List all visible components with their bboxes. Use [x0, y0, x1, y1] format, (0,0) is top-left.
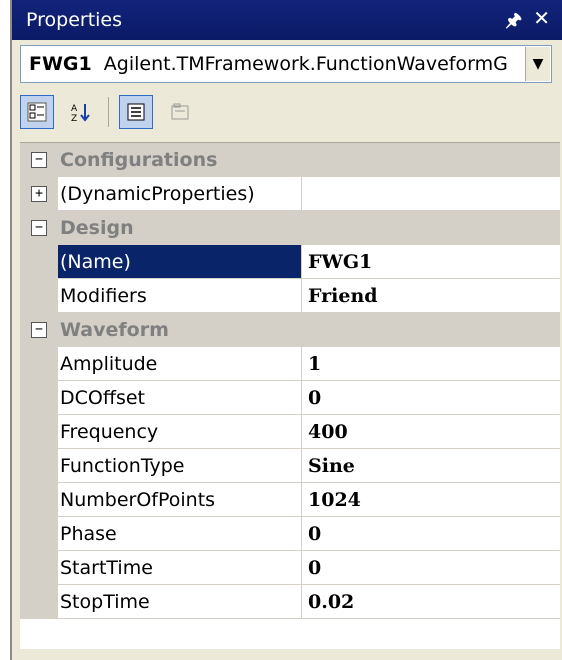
- collapse-icon[interactable]: −: [31, 219, 47, 236]
- toolbar-separator: [108, 97, 109, 127]
- row-gutter: [20, 449, 58, 483]
- property-row-functiontype[interactable]: FunctionType Sine: [20, 449, 560, 483]
- row-gutter: −: [20, 210, 58, 245]
- property-value[interactable]: FWG1: [302, 245, 560, 279]
- property-row-modifiers[interactable]: Modifiers Friend: [20, 279, 560, 313]
- svg-text:Z: Z: [71, 114, 77, 123]
- property-name: (Name): [58, 245, 302, 279]
- object-selector-dropdown[interactable]: FWG1 Agilent.TMFramework.FunctionWavefor…: [20, 45, 552, 83]
- property-value[interactable]: 0.02: [302, 585, 560, 619]
- property-name: StartTime: [58, 551, 302, 585]
- property-value[interactable]: 0: [302, 517, 560, 551]
- close-icon[interactable]: ✕: [533, 6, 550, 30]
- row-gutter: [20, 347, 58, 381]
- properties-window: Properties 🖈 ✕ FWG1 Agilent.TMFramework.…: [10, 0, 562, 660]
- row-gutter: [20, 279, 58, 313]
- property-row-frequency[interactable]: Frequency 400: [20, 415, 560, 449]
- row-gutter: +: [20, 177, 58, 211]
- properties-button[interactable]: [119, 95, 153, 129]
- property-name: Phase: [58, 517, 302, 551]
- categorized-button[interactable]: [20, 95, 54, 129]
- property-name: DCOffset: [58, 381, 302, 415]
- window-title: Properties: [26, 9, 123, 31]
- dropdown-arrow-icon[interactable]: ▼: [525, 47, 550, 81]
- property-name: StopTime: [58, 585, 302, 619]
- properties-toolbar: A Z: [20, 92, 197, 132]
- property-row-dynamicproperties[interactable]: + (DynamicProperties): [20, 177, 560, 211]
- property-value[interactable]: 1: [302, 347, 560, 381]
- row-gutter: [20, 551, 58, 585]
- row-gutter: −: [20, 312, 58, 347]
- alphabetical-button[interactable]: A Z: [64, 95, 98, 129]
- alphabetical-icon: A Z: [71, 104, 90, 123]
- categorized-icon: [27, 102, 47, 122]
- category-design[interactable]: − Design: [20, 210, 560, 245]
- category-label: Waveform: [60, 318, 169, 341]
- row-gutter: [20, 415, 58, 449]
- property-value[interactable]: 400: [302, 415, 560, 449]
- row-gutter: [20, 585, 58, 619]
- property-row-dcoffset[interactable]: DCOffset 0: [20, 381, 560, 415]
- row-gutter: −: [20, 142, 58, 177]
- properties-icon: [127, 103, 145, 121]
- category-configurations[interactable]: − Configurations: [20, 142, 560, 177]
- property-row-stoptime[interactable]: StopTime 0.02: [20, 585, 560, 619]
- property-pages-icon: [171, 103, 189, 120]
- object-name: FWG1: [29, 53, 92, 75]
- property-row-starttime[interactable]: StartTime 0: [20, 551, 560, 585]
- row-gutter: [20, 483, 58, 517]
- property-name: Modifiers: [58, 279, 302, 313]
- property-value[interactable]: 0: [302, 551, 560, 585]
- collapse-icon[interactable]: −: [31, 321, 47, 338]
- property-name: Amplitude: [58, 347, 302, 381]
- property-name: Frequency: [58, 415, 302, 449]
- pin-icon[interactable]: 🖈: [505, 8, 522, 38]
- property-name: NumberOfPoints: [58, 483, 302, 517]
- collapse-icon[interactable]: −: [31, 151, 47, 168]
- property-value[interactable]: [302, 177, 560, 211]
- category-label: Design: [60, 216, 134, 239]
- property-row-phase[interactable]: Phase 0: [20, 517, 560, 551]
- property-name: FunctionType: [58, 449, 302, 483]
- property-row-name[interactable]: (Name) FWG1: [20, 245, 560, 279]
- expand-icon[interactable]: +: [31, 186, 47, 202]
- property-value[interactable]: Sine: [302, 449, 560, 483]
- object-type: Agilent.TMFramework.FunctionWaveformG: [103, 53, 508, 75]
- property-name: (DynamicProperties): [58, 177, 302, 211]
- row-gutter: [20, 381, 58, 415]
- property-value[interactable]: 0: [302, 381, 560, 415]
- title-bar[interactable]: Properties 🖈 ✕: [12, 0, 562, 40]
- property-pages-button[interactable]: [163, 95, 197, 129]
- property-row-amplitude[interactable]: Amplitude 1: [20, 347, 560, 381]
- property-grid: − Configurations + (DynamicProperties) −…: [20, 142, 560, 649]
- row-gutter: [20, 245, 58, 279]
- property-value[interactable]: 1024: [302, 483, 560, 517]
- category-waveform[interactable]: − Waveform: [20, 312, 560, 347]
- property-row-numberofpoints[interactable]: NumberOfPoints 1024: [20, 483, 560, 517]
- svg-text:A: A: [71, 104, 78, 114]
- category-label: Configurations: [60, 148, 218, 171]
- row-gutter: [20, 517, 58, 551]
- property-value[interactable]: Friend: [302, 279, 560, 313]
